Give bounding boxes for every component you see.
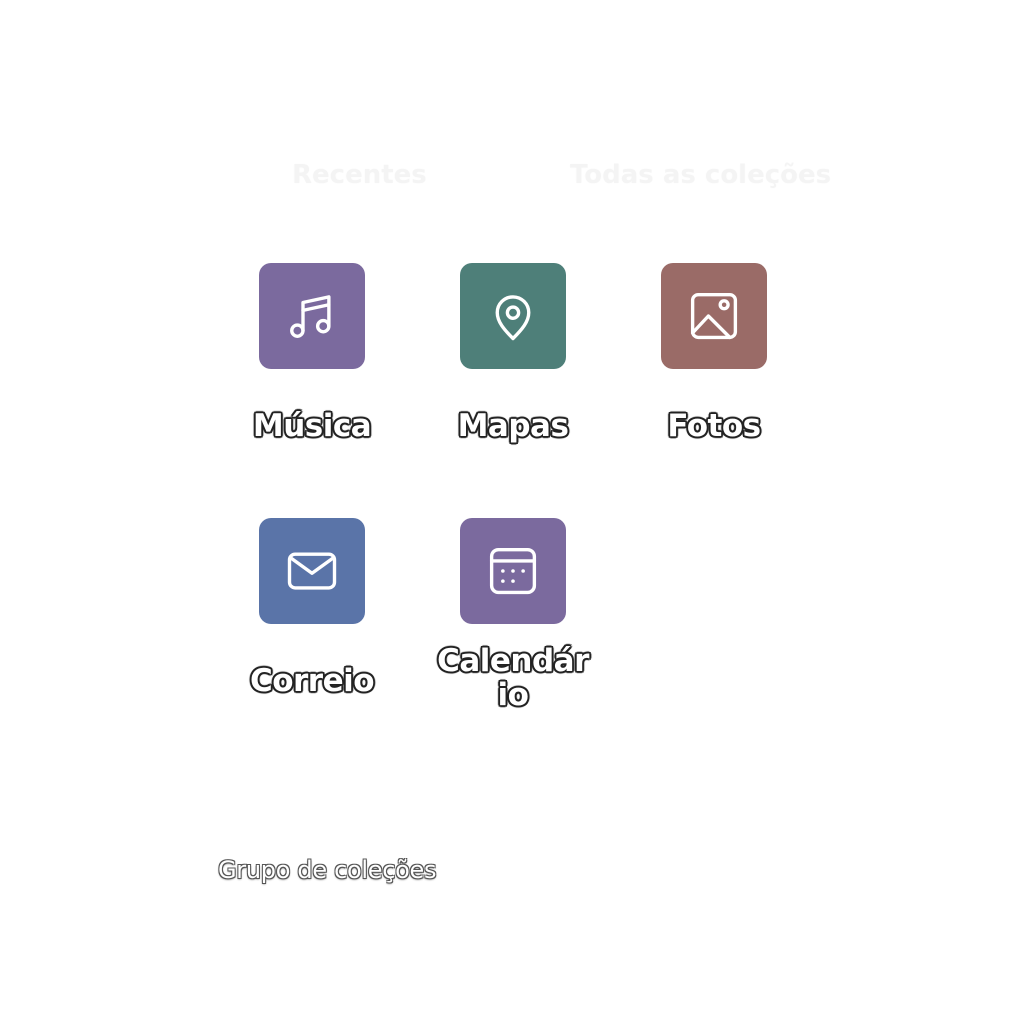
photos-tile-icon-box [661, 263, 767, 369]
calendar-tile-icon-box [460, 518, 566, 624]
music-tile-icon-box [259, 263, 365, 369]
mail-icon [287, 552, 337, 590]
music-note-icon [290, 295, 331, 338]
tile-maps[interactable]: Mapas [409, 263, 609, 453]
tile-label: Correio [249, 663, 375, 699]
tile-music[interactable]: Música [208, 263, 408, 453]
tile-calendar[interactable]: Calendário [409, 518, 609, 728]
tile-mail[interactable]: Correio [208, 518, 408, 708]
app-root: Recentes Todas as coleções Música Mapas [0, 0, 1024, 1024]
collection-group-label: Grupo de coleções [218, 856, 437, 884]
tile-label: Música [252, 408, 372, 444]
tab-all-collections[interactable]: Todas as coleções [570, 160, 831, 190]
tile-photos[interactable]: Fotos [610, 263, 810, 453]
maps-tile-icon-box [460, 263, 566, 369]
tab-recent[interactable]: Recentes [292, 160, 427, 190]
tile-label: Mapas [457, 408, 569, 444]
calendar-icon [489, 547, 537, 595]
header-tabs: Recentes Todas as coleções [0, 160, 1024, 200]
map-pin-icon [495, 295, 531, 341]
image-icon [690, 292, 738, 340]
tile-label: Calendário [437, 643, 589, 713]
mail-tile-icon-box [259, 518, 365, 624]
tile-label: Fotos [667, 408, 761, 444]
